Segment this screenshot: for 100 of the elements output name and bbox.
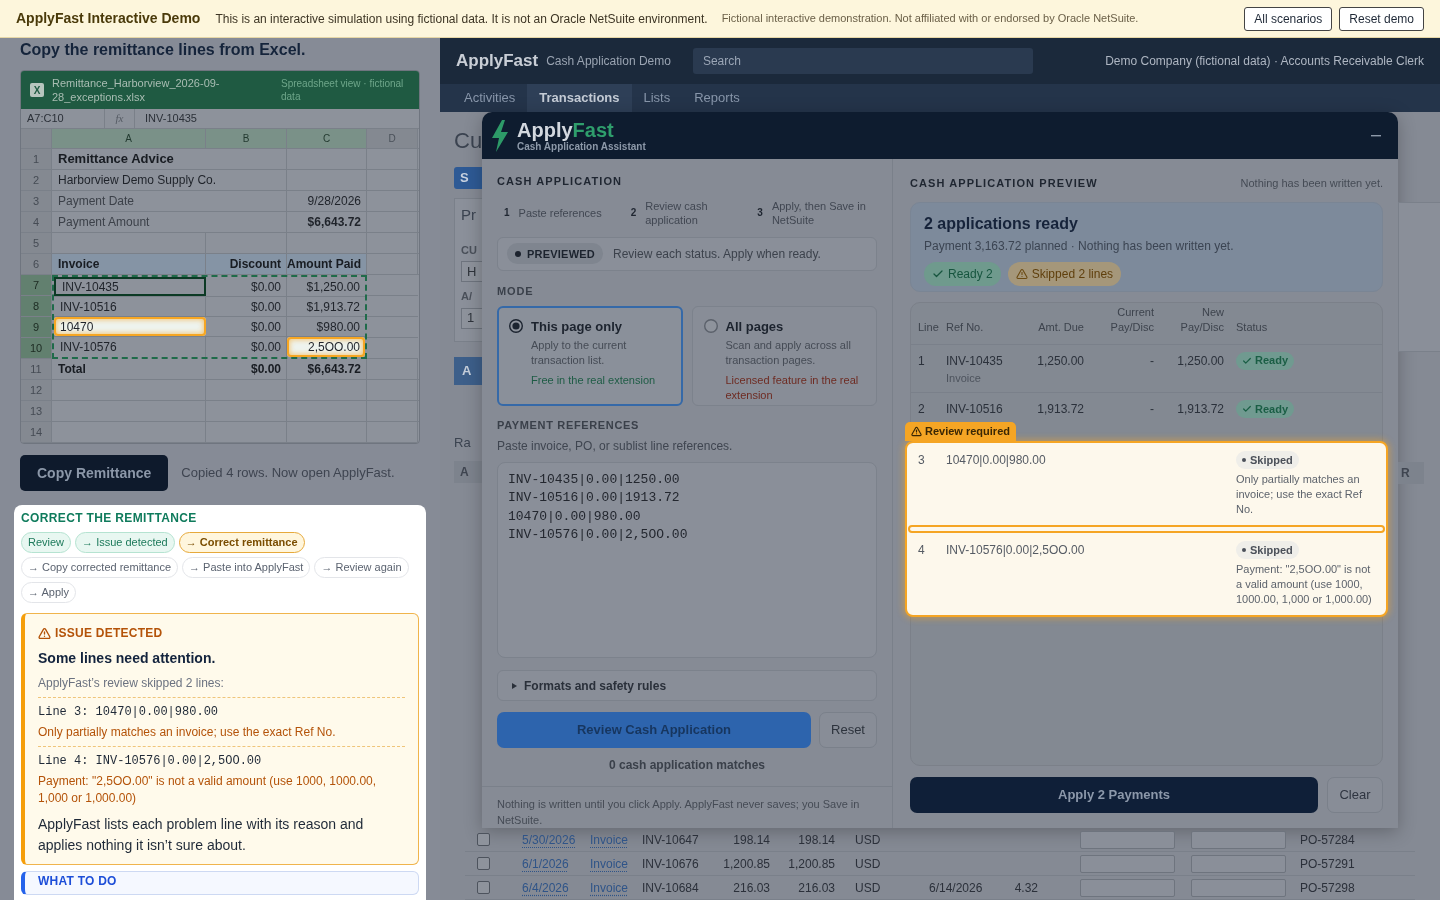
references-field[interactable]: INV-10435|0.00|1250.00 INV-10516|0.00|1913.72 10470|0.00|980.00 INV-10576|0.00|2,5OO.00 (497, 461, 877, 659)
step-number: 1 (504, 206, 510, 221)
page-action-button[interactable]: S (454, 167, 482, 189)
formula-field[interactable]: INV-10435 (135, 109, 419, 128)
assistant-subtitle: Cash Application Assistant (517, 140, 646, 153)
option-note: Free in the real extension (531, 373, 657, 389)
form-field[interactable]: H (461, 261, 482, 282)
problem-line-code: Line 3: 10470|0.00|980.00 (38, 704, 220, 721)
banner-button[interactable]: All scenarios (1244, 6, 1333, 31)
row-checkbox[interactable] (477, 881, 490, 894)
sheet-cell: $6,643.72 (287, 359, 367, 379)
sheet-cell: 2,5OO.00 (287, 337, 365, 357)
banner-button[interactable]: Reset demo (1339, 6, 1424, 31)
summary-heading: 2 applications ready (924, 213, 1079, 233)
step-number: 2 (630, 206, 637, 221)
record-link[interactable]: 6/1/2026 (522, 856, 569, 871)
footer-note: Nothing is written until you click Apply. ApplyFast never saves; you Save in NetSuite. (497, 797, 861, 828)
sheet-cell: 10470 (54, 317, 206, 336)
record-link[interactable]: Invoice (590, 880, 629, 895)
section-title: MODE (497, 284, 535, 298)
table-cell: 1,200.85 (788, 856, 835, 871)
raw-reference: INV-10576|0.00|2,5OO.00 (946, 542, 1086, 559)
status-dot-icon (1242, 548, 1246, 552)
nav-tab[interactable]: Transactions (527, 84, 632, 112)
summary-badge: Skipped 2 lines (1007, 261, 1122, 286)
new-payment: 1,913.72 (1176, 401, 1225, 418)
sheet-cell-text: $980.00 (315, 318, 361, 336)
instruction-heading: Copy the remittance lines from Excel. (20, 40, 307, 60)
step-number: 3 (757, 206, 763, 221)
status-dot-icon (515, 250, 521, 257)
sheet-cell: $6,643.72 (287, 212, 367, 232)
amount-input[interactable] (1191, 878, 1286, 897)
column-header[interactable]: C (287, 129, 367, 148)
row-number: 9 (21, 317, 52, 338)
current-payment: - (1149, 352, 1155, 370)
sheet-cell: $0.00 (206, 359, 287, 379)
radio-button[interactable] (509, 318, 523, 333)
row-checkbox[interactable] (477, 833, 490, 846)
rules-toggle[interactable]: Formats and safety rules (497, 670, 877, 701)
progress-step: → Correct remittance (178, 532, 305, 553)
field-label: A/ (461, 289, 473, 304)
nav-tab[interactable]: Activities (452, 84, 528, 112)
search-field[interactable]: Search (692, 48, 1033, 74)
row-checkbox[interactable] (477, 857, 490, 870)
table-cell-text: PO-57284 (1299, 831, 1355, 849)
table-cell: INV-10676 (642, 856, 699, 871)
sheet-cell: $0.00 (206, 277, 287, 296)
minimize-icon[interactable] (1371, 134, 1381, 137)
amount-input[interactable] (1080, 830, 1175, 849)
view-note: Spreadsheet view · fictional data (281, 77, 405, 103)
column-header: New Pay/Disc (1179, 304, 1224, 335)
ref-number: INV-10435 (946, 352, 1004, 370)
form-field[interactable]: 1 (461, 307, 482, 329)
spreadsheet-logo: X (30, 83, 44, 97)
amount-input[interactable] (1080, 878, 1175, 897)
amount-input[interactable] (1191, 830, 1286, 849)
line-number: 4 (918, 542, 926, 559)
lightning-bolt-icon (491, 119, 509, 152)
mode-option[interactable]: All pages Scan and apply across all transaction pages. Licensed feature in the real extension (691, 305, 877, 406)
sheet-cell: $0.00 (206, 317, 287, 336)
name-box[interactable]: A7:C10 (21, 109, 105, 128)
amount-due: 1,250.00 (1036, 352, 1085, 370)
record-link[interactable]: 6/4/2026 (522, 880, 569, 895)
sheet-cell: 9/28/2026 (287, 191, 367, 211)
amount-input[interactable] (1191, 854, 1286, 873)
status-badge: PREVIEWED (507, 243, 603, 265)
apply-payments-button[interactable]: Apply 2 Payments (910, 776, 1318, 813)
sheet-cell-text: $1,250.00 (305, 278, 361, 296)
table-cell: 216.03 (798, 880, 835, 895)
sheet-cell-text: $1,913.72 (305, 298, 361, 316)
reset-button[interactable]: Reset (819, 712, 877, 748)
amount-input[interactable] (1080, 854, 1175, 873)
column-header[interactable]: B (206, 129, 287, 148)
select-all-corner[interactable] (21, 129, 52, 148)
summary-detail: Payment 3,163.72 planned · Nothing has been written yet. (924, 237, 1235, 255)
section-title: PAYMENT REFERENCES (497, 418, 641, 432)
column-header[interactable]: A (52, 129, 206, 148)
section-tab[interactable]: A (454, 357, 482, 385)
status-dot-icon (1242, 458, 1246, 462)
summary-badge: Ready 2 (924, 261, 1001, 286)
guidance-title: WHAT TO DO (38, 875, 118, 888)
field-hint: Paste invoice, PO, or sublist line references. (497, 437, 734, 455)
nav-tab[interactable]: Lists (631, 84, 683, 112)
row-number: 5 (21, 233, 52, 253)
table-cell-text: PO-57291 (1299, 855, 1355, 873)
row-number: 7 (21, 275, 52, 296)
column-header: Ref No. (946, 319, 984, 335)
sheet-cell: $0.00 (206, 297, 287, 316)
clear-button[interactable]: Clear (1327, 776, 1383, 813)
copy-remittance-button[interactable]: Copy Remittance (20, 455, 169, 491)
mode-option[interactable]: This page only Apply to the current transaction list. Free in the real extension (497, 305, 683, 406)
table-cell: 4.32 (1014, 880, 1038, 895)
radio-button[interactable] (703, 318, 718, 333)
record-link[interactable]: Invoice (590, 856, 629, 871)
progress-step: → Paste into ApplyFast (182, 557, 311, 578)
section-label: Ra (454, 434, 471, 452)
new-payment: 1,250.00 (1176, 352, 1225, 370)
table-cell: USD (855, 856, 881, 871)
warning-icon (1015, 267, 1028, 280)
nav-tab[interactable]: Reports (682, 84, 752, 112)
